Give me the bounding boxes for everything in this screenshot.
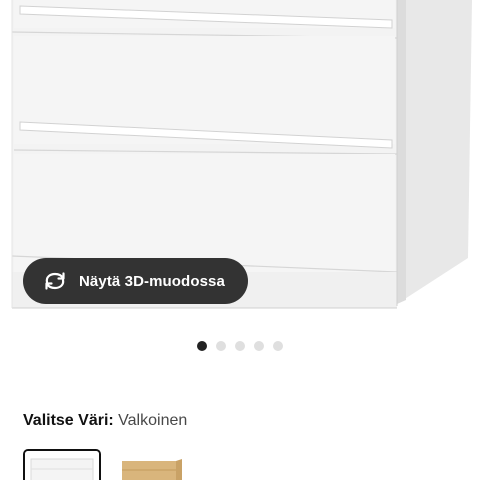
color-swatches [23,449,205,480]
white-chest-swatch-icon [25,451,99,480]
carousel-dot[interactable] [273,341,283,351]
oak-chest-swatch-icon [116,451,190,480]
product-page: Näytä 3D-muodossa Valitse Väri: Valkoine… [0,0,480,480]
view-3d-button[interactable]: Näytä 3D-muodossa [23,258,248,304]
color-option-oak[interactable] [114,449,192,480]
color-option-white[interactable] [23,449,101,480]
carousel-dot[interactable] [216,341,226,351]
carousel-dot[interactable] [197,341,207,351]
carousel-dot[interactable] [235,341,245,351]
image-carousel-indicator [197,341,283,351]
color-selector-label: Valitse Väri: [23,412,114,429]
view-3d-label: Näytä 3D-muodossa [79,272,225,290]
rotate-3d-icon [42,270,68,292]
carousel-dot[interactable] [254,341,264,351]
color-selector-heading: Valitse Väri: Valkoinen [23,412,187,430]
selected-color-value: Valkoinen [118,412,188,429]
